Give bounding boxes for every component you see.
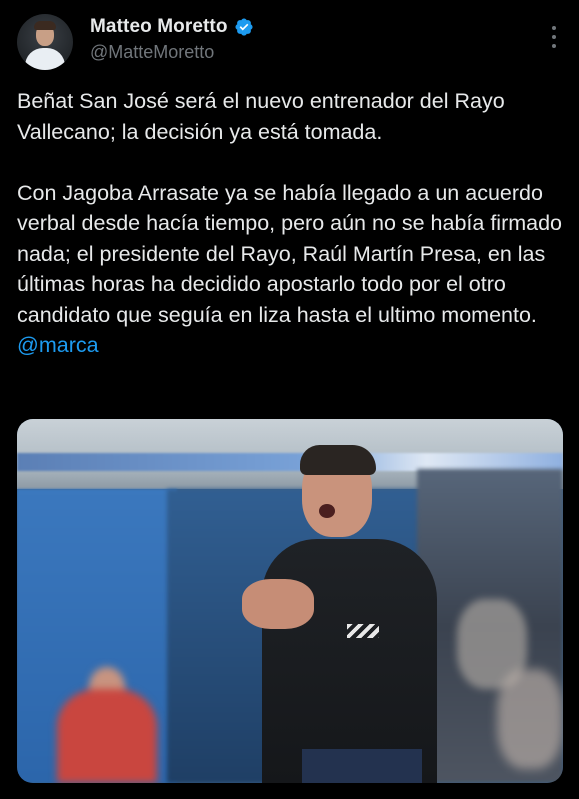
tweet-photo[interactable] xyxy=(17,419,563,783)
avatar-hair xyxy=(34,21,56,30)
coach-hands xyxy=(242,579,314,629)
coach-hair xyxy=(300,445,376,475)
tweet-text: Beñat San José será el nuevo entrenador … xyxy=(17,86,565,361)
crowd-figure xyxy=(497,669,563,769)
avatar-shirt xyxy=(25,48,65,70)
jacket-logo xyxy=(347,624,379,638)
avatar[interactable] xyxy=(17,14,73,70)
author-handle[interactable]: @MatteMoretto xyxy=(90,42,254,63)
background-person xyxy=(57,689,157,783)
tweet-body: Beñat San José será el nuevo entrenador … xyxy=(17,89,563,327)
coach-jacket xyxy=(262,539,437,783)
coach-trousers xyxy=(302,749,422,783)
mention-link[interactable]: @marca xyxy=(17,333,99,357)
more-options-icon[interactable] xyxy=(552,26,558,48)
display-name-row: Matteo Moretto xyxy=(90,16,254,38)
verified-badge-icon[interactable] xyxy=(234,17,254,37)
coach-mouth xyxy=(319,504,335,518)
author-names: Matteo Moretto @MatteMoretto xyxy=(90,16,254,63)
tweet: Matteo Moretto @MatteMoretto Beñat San J… xyxy=(0,0,579,799)
display-name[interactable]: Matteo Moretto xyxy=(90,16,228,38)
tweet-header: Matteo Moretto @MatteMoretto xyxy=(17,14,562,72)
